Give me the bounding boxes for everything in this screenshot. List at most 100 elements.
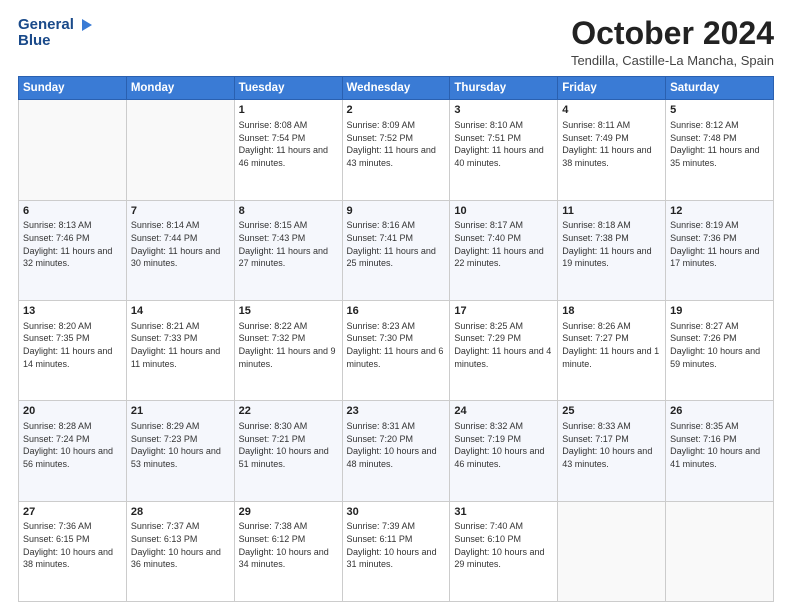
calendar-cell: 6Sunrise: 8:13 AM Sunset: 7:46 PM Daylig…	[19, 200, 127, 300]
day-number: 26	[670, 404, 769, 419]
weekday-wednesday: Wednesday	[342, 77, 450, 100]
day-number: 29	[239, 505, 338, 520]
day-number: 7	[131, 204, 230, 219]
calendar-cell: 26Sunrise: 8:35 AM Sunset: 7:16 PM Dayli…	[666, 401, 774, 501]
header: General Blue October 2024 Tendilla, Cast…	[18, 16, 774, 68]
day-number: 17	[454, 304, 553, 319]
day-info: Sunrise: 8:30 AM Sunset: 7:21 PM Dayligh…	[239, 420, 338, 470]
day-info: Sunrise: 8:27 AM Sunset: 7:26 PM Dayligh…	[670, 320, 769, 370]
day-number: 10	[454, 204, 553, 219]
calendar-cell: 2Sunrise: 8:09 AM Sunset: 7:52 PM Daylig…	[342, 100, 450, 200]
day-info: Sunrise: 8:09 AM Sunset: 7:52 PM Dayligh…	[347, 119, 446, 169]
title-area: October 2024 Tendilla, Castille-La Manch…	[571, 16, 774, 68]
calendar-cell: 30Sunrise: 7:39 AM Sunset: 6:11 PM Dayli…	[342, 501, 450, 601]
calendar-cell: 3Sunrise: 8:10 AM Sunset: 7:51 PM Daylig…	[450, 100, 558, 200]
day-info: Sunrise: 7:37 AM Sunset: 6:13 PM Dayligh…	[131, 520, 230, 570]
calendar-cell: 5Sunrise: 8:12 AM Sunset: 7:48 PM Daylig…	[666, 100, 774, 200]
calendar-cell: 23Sunrise: 8:31 AM Sunset: 7:20 PM Dayli…	[342, 401, 450, 501]
day-info: Sunrise: 8:35 AM Sunset: 7:16 PM Dayligh…	[670, 420, 769, 470]
calendar-cell: 15Sunrise: 8:22 AM Sunset: 7:32 PM Dayli…	[234, 300, 342, 400]
day-info: Sunrise: 8:23 AM Sunset: 7:30 PM Dayligh…	[347, 320, 446, 370]
day-info: Sunrise: 8:22 AM Sunset: 7:32 PM Dayligh…	[239, 320, 338, 370]
day-number: 13	[23, 304, 122, 319]
day-number: 1	[239, 103, 338, 118]
day-info: Sunrise: 8:25 AM Sunset: 7:29 PM Dayligh…	[454, 320, 553, 370]
calendar-cell: 8Sunrise: 8:15 AM Sunset: 7:43 PM Daylig…	[234, 200, 342, 300]
day-number: 5	[670, 103, 769, 118]
day-info: Sunrise: 8:08 AM Sunset: 7:54 PM Dayligh…	[239, 119, 338, 169]
weekday-saturday: Saturday	[666, 77, 774, 100]
calendar-cell	[126, 100, 234, 200]
day-number: 19	[670, 304, 769, 319]
day-number: 15	[239, 304, 338, 319]
day-info: Sunrise: 8:31 AM Sunset: 7:20 PM Dayligh…	[347, 420, 446, 470]
calendar-cell: 4Sunrise: 8:11 AM Sunset: 7:49 PM Daylig…	[558, 100, 666, 200]
day-info: Sunrise: 8:15 AM Sunset: 7:43 PM Dayligh…	[239, 219, 338, 269]
day-info: Sunrise: 8:19 AM Sunset: 7:36 PM Dayligh…	[670, 219, 769, 269]
calendar-cell: 18Sunrise: 8:26 AM Sunset: 7:27 PM Dayli…	[558, 300, 666, 400]
calendar-cell: 13Sunrise: 8:20 AM Sunset: 7:35 PM Dayli…	[19, 300, 127, 400]
day-info: Sunrise: 8:21 AM Sunset: 7:33 PM Dayligh…	[131, 320, 230, 370]
calendar-cell: 31Sunrise: 7:40 AM Sunset: 6:10 PM Dayli…	[450, 501, 558, 601]
calendar-cell: 11Sunrise: 8:18 AM Sunset: 7:38 PM Dayli…	[558, 200, 666, 300]
day-number: 6	[23, 204, 122, 219]
calendar-cell: 14Sunrise: 8:21 AM Sunset: 7:33 PM Dayli…	[126, 300, 234, 400]
day-number: 22	[239, 404, 338, 419]
day-number: 20	[23, 404, 122, 419]
day-info: Sunrise: 8:29 AM Sunset: 7:23 PM Dayligh…	[131, 420, 230, 470]
calendar-page: General Blue October 2024 Tendilla, Cast…	[0, 0, 792, 612]
day-info: Sunrise: 8:32 AM Sunset: 7:19 PM Dayligh…	[454, 420, 553, 470]
day-number: 23	[347, 404, 446, 419]
day-info: Sunrise: 7:38 AM Sunset: 6:12 PM Dayligh…	[239, 520, 338, 570]
calendar-cell: 27Sunrise: 7:36 AM Sunset: 6:15 PM Dayli…	[19, 501, 127, 601]
day-info: Sunrise: 8:10 AM Sunset: 7:51 PM Dayligh…	[454, 119, 553, 169]
day-number: 31	[454, 505, 553, 520]
calendar-table: SundayMondayTuesdayWednesdayThursdayFrid…	[18, 76, 774, 602]
weekday-tuesday: Tuesday	[234, 77, 342, 100]
calendar-cell: 12Sunrise: 8:19 AM Sunset: 7:36 PM Dayli…	[666, 200, 774, 300]
calendar-cell	[558, 501, 666, 601]
day-number: 14	[131, 304, 230, 319]
day-number: 24	[454, 404, 553, 419]
calendar-cell: 1Sunrise: 8:08 AM Sunset: 7:54 PM Daylig…	[234, 100, 342, 200]
day-number: 21	[131, 404, 230, 419]
calendar-cell: 7Sunrise: 8:14 AM Sunset: 7:44 PM Daylig…	[126, 200, 234, 300]
calendar-cell: 17Sunrise: 8:25 AM Sunset: 7:29 PM Dayli…	[450, 300, 558, 400]
day-info: Sunrise: 8:26 AM Sunset: 7:27 PM Dayligh…	[562, 320, 661, 370]
calendar-cell	[666, 501, 774, 601]
calendar-cell: 22Sunrise: 8:30 AM Sunset: 7:21 PM Dayli…	[234, 401, 342, 501]
day-info: Sunrise: 8:18 AM Sunset: 7:38 PM Dayligh…	[562, 219, 661, 269]
day-number: 2	[347, 103, 446, 118]
calendar-cell: 10Sunrise: 8:17 AM Sunset: 7:40 PM Dayli…	[450, 200, 558, 300]
day-info: Sunrise: 8:16 AM Sunset: 7:41 PM Dayligh…	[347, 219, 446, 269]
day-info: Sunrise: 8:33 AM Sunset: 7:17 PM Dayligh…	[562, 420, 661, 470]
day-info: Sunrise: 7:39 AM Sunset: 6:11 PM Dayligh…	[347, 520, 446, 570]
logo-blue: Blue	[18, 32, 94, 50]
logo: General Blue	[18, 16, 94, 50]
day-number: 27	[23, 505, 122, 520]
day-number: 18	[562, 304, 661, 319]
location-subtitle: Tendilla, Castille-La Mancha, Spain	[571, 53, 774, 68]
weekday-sunday: Sunday	[19, 77, 127, 100]
day-number: 8	[239, 204, 338, 219]
day-number: 11	[562, 204, 661, 219]
day-number: 3	[454, 103, 553, 118]
day-info: Sunrise: 8:11 AM Sunset: 7:49 PM Dayligh…	[562, 119, 661, 169]
day-number: 30	[347, 505, 446, 520]
month-title: October 2024	[571, 16, 774, 51]
day-info: Sunrise: 8:13 AM Sunset: 7:46 PM Dayligh…	[23, 219, 122, 269]
day-info: Sunrise: 7:36 AM Sunset: 6:15 PM Dayligh…	[23, 520, 122, 570]
calendar-cell: 24Sunrise: 8:32 AM Sunset: 7:19 PM Dayli…	[450, 401, 558, 501]
calendar-cell	[19, 100, 127, 200]
day-info: Sunrise: 8:28 AM Sunset: 7:24 PM Dayligh…	[23, 420, 122, 470]
day-info: Sunrise: 8:14 AM Sunset: 7:44 PM Dayligh…	[131, 219, 230, 269]
calendar-cell: 19Sunrise: 8:27 AM Sunset: 7:26 PM Dayli…	[666, 300, 774, 400]
weekday-monday: Monday	[126, 77, 234, 100]
calendar-cell: 21Sunrise: 8:29 AM Sunset: 7:23 PM Dayli…	[126, 401, 234, 501]
day-info: Sunrise: 8:12 AM Sunset: 7:48 PM Dayligh…	[670, 119, 769, 169]
calendar-cell: 28Sunrise: 7:37 AM Sunset: 6:13 PM Dayli…	[126, 501, 234, 601]
day-info: Sunrise: 8:17 AM Sunset: 7:40 PM Dayligh…	[454, 219, 553, 269]
calendar-cell: 20Sunrise: 8:28 AM Sunset: 7:24 PM Dayli…	[19, 401, 127, 501]
weekday-thursday: Thursday	[450, 77, 558, 100]
day-number: 4	[562, 103, 661, 118]
